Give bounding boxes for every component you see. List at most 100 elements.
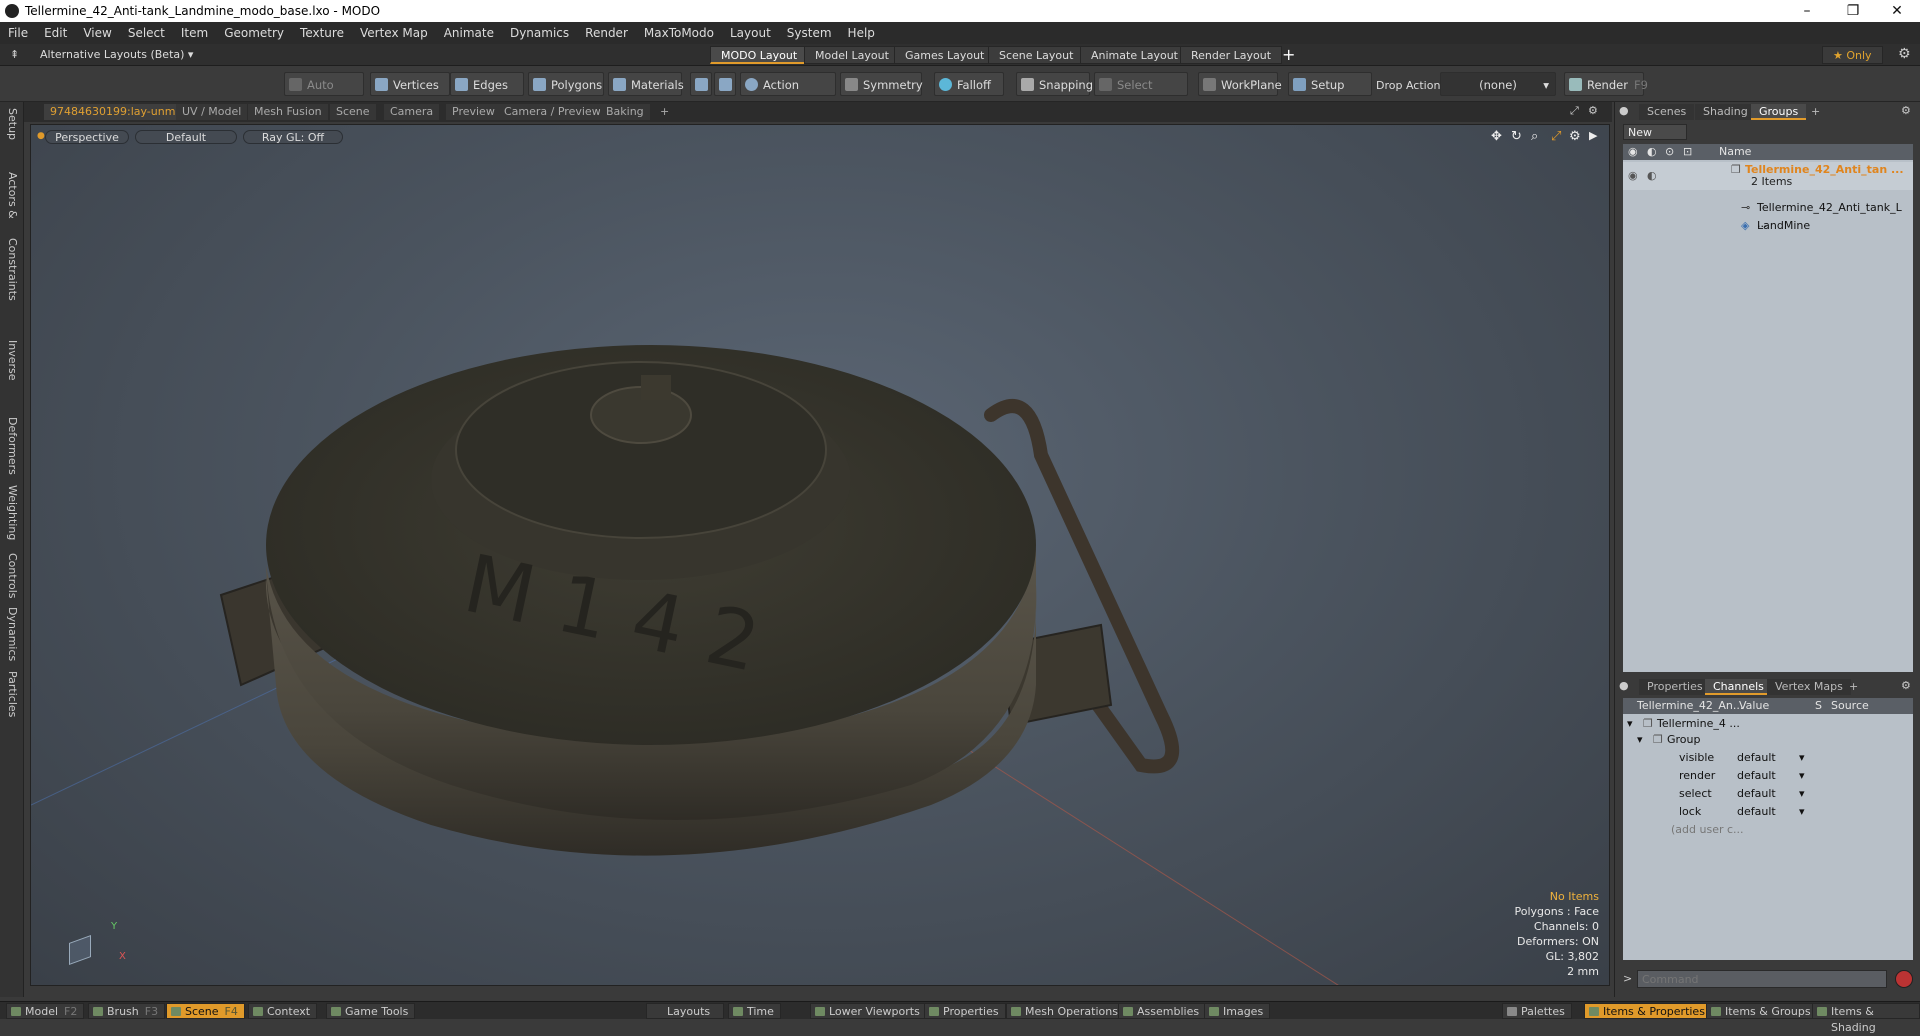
select-mode-icon-a[interactable] <box>690 72 712 96</box>
bottom-items-properties-button[interactable]: Items & Properties <box>1584 1003 1712 1019</box>
group-row[interactable]: ◉ ◐ ❐ Tellermine_42_Anti_tan ... 2 Items <box>1623 162 1913 190</box>
channel-value[interactable]: default <box>1737 768 1776 784</box>
viewport-gear-icon[interactable]: ⚙ <box>1588 104 1598 117</box>
chevron-down-icon[interactable]: ▾ <box>1799 750 1805 766</box>
side-tab-particles[interactable]: Particles <box>0 664 24 724</box>
bottom-items-shading-button[interactable]: Items & Shading <box>1812 1003 1920 1034</box>
tab-games-layout[interactable]: Games Layout <box>894 46 996 64</box>
new-group-button[interactable]: New Group <box>1623 124 1687 155</box>
symmetry-button[interactable]: Symmetry <box>840 72 923 96</box>
props-panel-options-icon[interactable]: ● <box>1619 679 1629 692</box>
drop-action-select[interactable]: (none) ▾ <box>1440 72 1556 96</box>
minimize-button[interactable]: – <box>1784 0 1830 22</box>
side-tab-constraints[interactable]: Constraints <box>0 238 24 301</box>
materials-button[interactable]: Materials <box>608 72 684 96</box>
bottom-mesh-operations-button[interactable]: Mesh Operations <box>1006 1003 1125 1019</box>
channels-list[interactable]: Tellermine_42_An... Value S Source ▾ ❐ T… <box>1623 698 1913 960</box>
tab-animate-layout[interactable]: Animate Layout <box>1080 46 1189 64</box>
channel-row[interactable]: select default ▾ <box>1623 786 1913 802</box>
list-item[interactable]: ⊸ Tellermine_42_Anti_tank_L ... <box>1623 200 1913 230</box>
workplane-button[interactable]: WorkPlane <box>1198 72 1282 96</box>
menu-texture[interactable]: Texture <box>292 26 352 40</box>
add-user-channel-row[interactable]: (add user c... <box>1623 822 1913 838</box>
vertices-button[interactable]: Vertices <box>370 72 450 96</box>
menu-vertex-map[interactable]: Vertex Map <box>352 26 436 40</box>
tab-uv-model[interactable]: UV / Model <box>176 104 248 120</box>
command-input[interactable] <box>1637 970 1887 988</box>
bottom-palettes-button[interactable]: Palettes <box>1502 1003 1572 1019</box>
chevron-down-icon[interactable]: ▾ <box>1799 786 1805 802</box>
group-render-icon[interactable]: ◐ <box>1647 168 1657 184</box>
tab-channels[interactable]: Channels <box>1705 679 1772 695</box>
bottom-game-tools-button[interactable]: Game Tools <box>326 1003 416 1019</box>
expand-arrow-icon[interactable]: ▾ <box>1637 732 1643 748</box>
maximize-viewport-icon[interactable]: ⤢ <box>1570 104 1579 118</box>
list-item[interactable]: ◈ LandMine <box>1623 218 1913 234</box>
tab-scenes[interactable]: Scenes <box>1639 104 1695 120</box>
side-tab-weighting[interactable]: Weighting <box>0 482 24 544</box>
edges-button[interactable]: Edges <box>450 72 524 96</box>
menu-animate[interactable]: Animate <box>436 26 502 40</box>
visibility-eye-icon[interactable]: ◉ <box>1628 144 1638 160</box>
menu-file[interactable]: File <box>0 26 36 40</box>
menu-render[interactable]: Render <box>577 26 636 40</box>
chevron-down-icon[interactable]: ▾ <box>1799 768 1805 784</box>
tab-camera[interactable]: Camera <box>384 104 440 120</box>
tab-model-layout[interactable]: Model Layout <box>804 46 900 64</box>
bottom-model-button[interactable]: Model F2 <box>6 1003 85 1019</box>
add-viewport-tab-button[interactable]: + <box>654 104 675 120</box>
render-toggle-icon[interactable]: ◐ <box>1647 144 1657 160</box>
side-tab-deformers[interactable]: Deformers <box>0 416 24 476</box>
tab-scene[interactable]: Scene <box>330 104 376 120</box>
props-panel-gear-icon[interactable]: ⚙ <box>1901 679 1911 692</box>
channel-value[interactable]: default <box>1737 804 1776 820</box>
bottom-lower-viewports-button[interactable]: Lower Viewports <box>810 1003 927 1019</box>
side-tab-dynamics[interactable]: Dynamics <box>0 606 24 662</box>
tab-scene-layout[interactable]: Scene Layout <box>988 46 1085 64</box>
menu-system[interactable]: System <box>779 26 840 40</box>
bottom-time-button[interactable]: Time <box>728 1003 781 1019</box>
select-mode-icon-b[interactable] <box>714 72 736 96</box>
layout-gear-icon[interactable]: ⚙ <box>1898 46 1911 62</box>
side-tab-controls[interactable]: Controls <box>0 548 24 604</box>
snapping-button[interactable]: Snapping <box>1016 72 1093 96</box>
tab-groups[interactable]: Groups <box>1751 104 1807 120</box>
add-layout-button[interactable]: + <box>1282 45 1295 64</box>
tab-shading[interactable]: Shading <box>1695 104 1756 120</box>
layouts-menu-icon[interactable]: ⇞ <box>10 48 19 61</box>
groups-list[interactable]: ◉ ◐ ⊙ ⊡ Name ◉ ◐ ❐ Tellermine_42_Anti_ta… <box>1623 144 1913 672</box>
bottom-brush-button[interactable]: Brush F3 <box>88 1003 166 1019</box>
tab-camera-preview[interactable]: Camera / Preview <box>498 104 607 120</box>
lock-icon[interactable]: ⊙ <box>1665 144 1674 160</box>
tab-baking[interactable]: Baking <box>600 104 650 120</box>
action-center-button[interactable]: Action Center <box>740 72 836 116</box>
maximize-button[interactable]: ❐ <box>1830 0 1876 22</box>
falloff-button[interactable]: Falloff <box>934 72 1004 96</box>
auto-select-button[interactable]: Auto Select <box>284 72 364 116</box>
scene-panel-gear-icon[interactable]: ⚙ <box>1901 104 1911 117</box>
command-stop-icon[interactable] <box>1895 970 1913 988</box>
bottom-items-groups-button[interactable]: Items & Groups <box>1706 1003 1818 1019</box>
chevron-down-icon[interactable]: ▾ <box>1799 804 1805 820</box>
group-visibility-icon[interactable]: ◉ <box>1628 168 1638 184</box>
bottom-scene-button[interactable]: Scene F4 <box>166 1003 245 1019</box>
menu-view[interactable]: View <box>75 26 119 40</box>
channel-group-row[interactable]: ▾ ❐ Group <box>1623 732 1913 748</box>
alternative-layouts-dropdown[interactable]: Alternative Layouts (Beta) ▾ <box>40 48 193 61</box>
bottom-images-button[interactable]: Images <box>1204 1003 1271 1019</box>
channel-row[interactable]: render default ▾ <box>1623 768 1913 784</box>
setup-mode-button[interactable]: Setup Mode <box>1288 72 1372 116</box>
channel-root-row[interactable]: ▾ ❐ Tellermine_4 ... <box>1623 716 1913 732</box>
channel-value[interactable]: default <box>1737 750 1776 766</box>
bottom-assemblies-button[interactable]: Assemblies <box>1118 1003 1207 1019</box>
channel-row[interactable]: lock default ▾ <box>1623 804 1913 820</box>
tab-properties[interactable]: Properties <box>1639 679 1711 695</box>
menu-geometry[interactable]: Geometry <box>216 26 292 40</box>
tab-vertex-maps[interactable]: Vertex Maps <box>1767 679 1851 695</box>
menu-help[interactable]: Help <box>840 26 883 40</box>
menu-select[interactable]: Select <box>120 26 173 40</box>
render-button[interactable]: Render F9 <box>1564 72 1648 96</box>
menu-edit[interactable]: Edit <box>36 26 75 40</box>
only-toggle[interactable]: ★ Only <box>1822 46 1883 64</box>
menu-item[interactable]: Item <box>173 26 216 40</box>
